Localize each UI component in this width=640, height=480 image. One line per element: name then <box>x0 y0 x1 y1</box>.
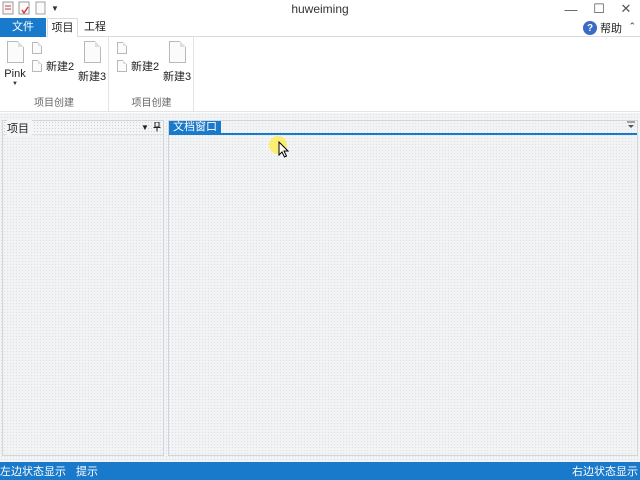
status-right-text: 右边状态显示 <box>572 466 638 478</box>
document-icon <box>32 42 42 54</box>
document-icon <box>117 60 127 72</box>
tab-document-window[interactable]: 文档窗口 <box>169 121 221 133</box>
ribbon-group-project-create-1: Pink ▼ 新建2 新建3 项目创建 <box>0 37 109 112</box>
new-button-2[interactable]: 新建2 <box>32 58 74 74</box>
pink-button[interactable]: Pink ▼ <box>4 41 26 87</box>
document-icon <box>6 41 24 63</box>
new-button-3[interactable]: 新建3 <box>163 41 191 84</box>
document-menu-icon[interactable] <box>625 121 637 133</box>
new-button-3[interactable]: 新建3 <box>78 41 106 84</box>
workspace: 项目 ▼ 文档窗口 <box>0 113 640 462</box>
document-tab-strip: 文档窗口 <box>169 121 637 135</box>
new-button-1[interactable] <box>117 42 127 54</box>
new-3-label: 新建3 <box>78 71 107 83</box>
new-2-label: 新建2 <box>131 61 160 73</box>
tab-file[interactable]: 文件 <box>0 18 46 37</box>
help-button[interactable]: ? 帮助 <box>583 20 622 36</box>
chevron-down-icon: ▼ <box>12 81 18 87</box>
window-title: huweiming <box>291 2 349 16</box>
project-panel-title: 项目 <box>7 119 32 136</box>
tab-project[interactable]: 项目 <box>47 18 78 38</box>
pink-label: Pink <box>4 68 26 80</box>
minimize-button[interactable]: — <box>556 0 586 18</box>
document-icon <box>117 42 127 54</box>
help-label: 帮助 <box>600 23 622 35</box>
close-button[interactable]: ✕ <box>611 0 640 18</box>
status-bar: 左边状态显示 提示 右边状态显示 <box>0 462 640 480</box>
project-panel: 项目 ▼ <box>2 119 164 456</box>
new-button-2[interactable]: 新建2 <box>117 58 159 74</box>
new-3-label: 新建3 <box>163 71 192 83</box>
project-panel-header: 项目 ▼ <box>3 119 163 136</box>
maximize-button[interactable]: ☐ <box>584 0 614 18</box>
pin-icon[interactable] <box>151 121 163 134</box>
ribbon-group-project-create-2: 新建2 新建3 项目创建 <box>110 37 194 112</box>
collapse-ribbon-icon[interactable]: ⌃ <box>628 21 636 32</box>
document-icon <box>168 41 186 63</box>
status-hint-text: 提示 <box>76 466 98 478</box>
document-area: 文档窗口 <box>168 120 638 456</box>
ribbon-group-label: 项目创建 <box>131 98 172 109</box>
new-button-1[interactable] <box>32 42 42 54</box>
document-icon <box>83 41 101 63</box>
new-2-label: 新建2 <box>46 61 75 73</box>
document-icon <box>32 60 42 72</box>
ribbon-panel: Pink ▼ 新建2 新建3 项目创建 新建2 新建3 项目创建 <box>0 37 640 112</box>
title-bar: ▼ huweiming — ☐ ✕ <box>0 0 640 18</box>
help-icon: ? <box>583 21 597 35</box>
ribbon-tab-bar: 文件 项目 工程 ? 帮助 ⌃ <box>0 18 640 38</box>
status-left-text: 左边状态显示 <box>0 466 66 478</box>
cursor-arrow-icon <box>278 141 289 158</box>
panel-dropdown-icon[interactable]: ▼ <box>139 123 151 132</box>
tab-engineering[interactable]: 工程 <box>80 18 110 37</box>
ribbon-group-label: 项目创建 <box>34 98 74 109</box>
